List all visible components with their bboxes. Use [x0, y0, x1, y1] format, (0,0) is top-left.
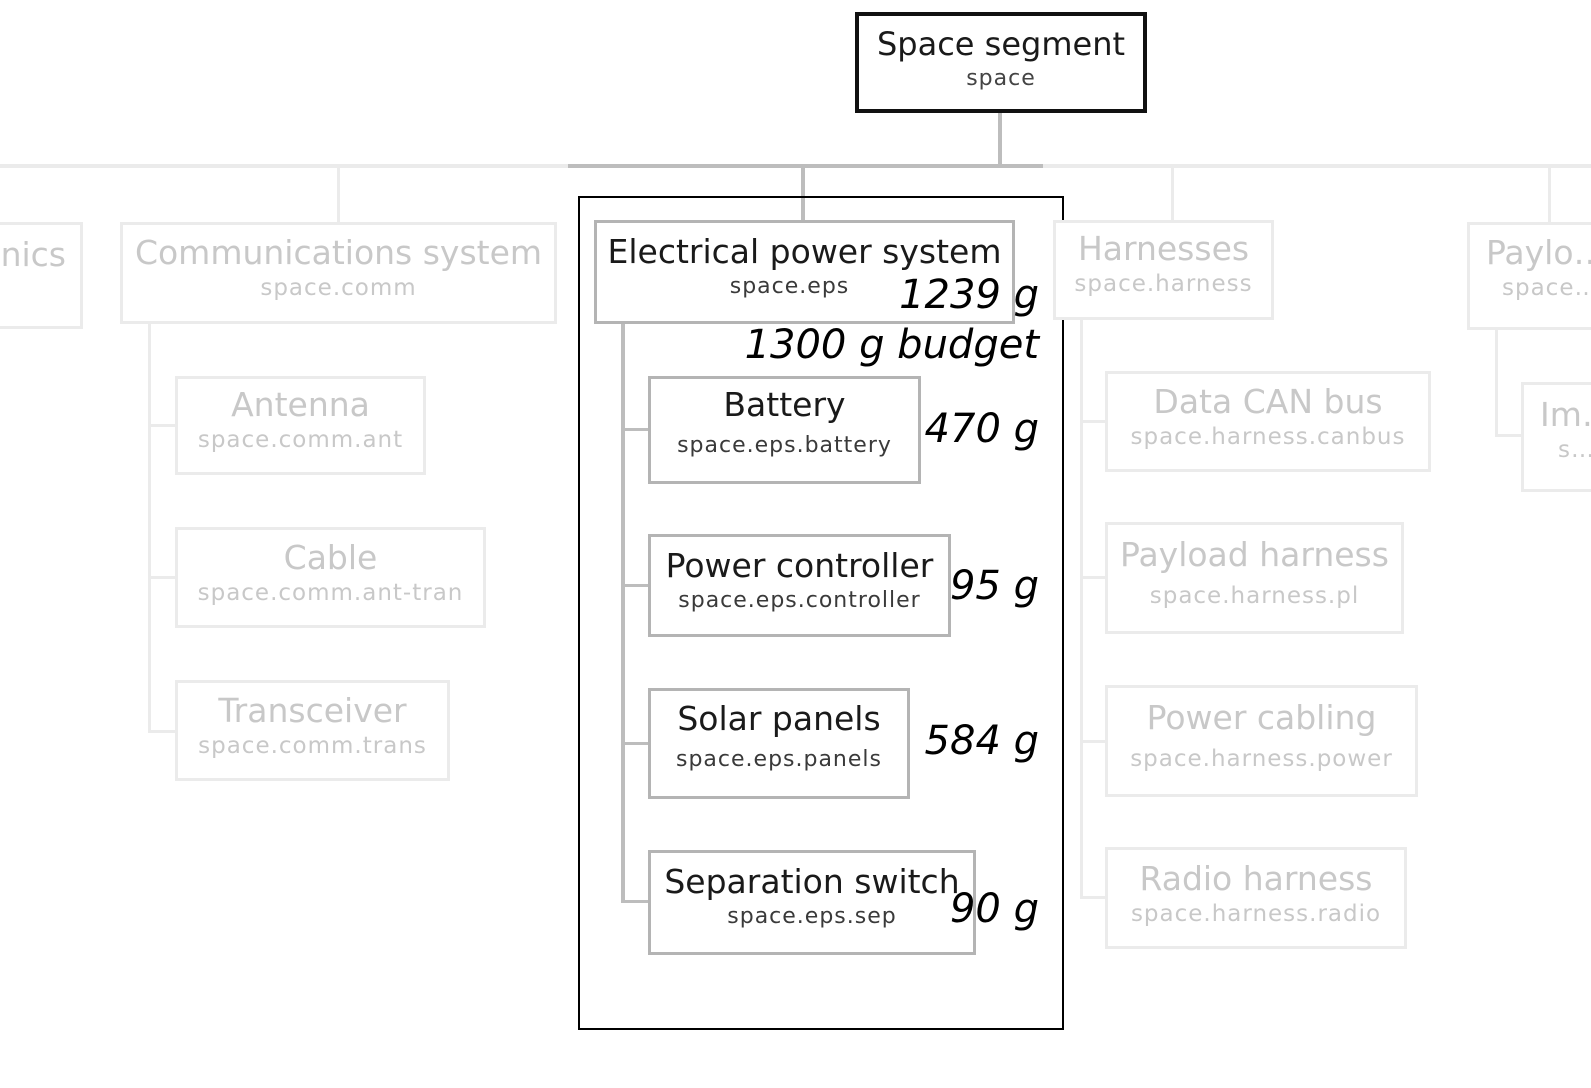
connector-payload-child	[1495, 434, 1523, 437]
node-power-controller[interactable]: Power controller space.eps.controller	[648, 534, 951, 637]
node-title: Antenna	[231, 385, 370, 424]
node-title: Separation switch	[664, 862, 960, 901]
node-code: space.eps.controller	[678, 588, 921, 613]
node-title: Data CAN bus	[1153, 382, 1383, 421]
node-code: space.eps.panels	[676, 747, 882, 772]
node-payload[interactable]: Paylo… space…	[1467, 222, 1591, 330]
node-title: Electrical power system	[607, 232, 1002, 271]
mass-separation-switch: 90 g	[949, 886, 1039, 932]
node-title: Transceiver	[218, 691, 407, 730]
node-code: space	[966, 66, 1036, 91]
node-title: Power controller	[665, 546, 934, 585]
node-title: Im…	[1540, 395, 1591, 434]
node-power-cabling[interactable]: Power cabling space.harness.power	[1105, 685, 1418, 797]
node-code: space.harness	[1074, 271, 1253, 297]
node-code: space.comm.ant-tran	[197, 580, 464, 606]
node-code: space…	[1502, 275, 1591, 301]
connector-root-down	[998, 112, 1002, 166]
node-title: Paylo…	[1486, 233, 1591, 272]
node-cable[interactable]: Cable space.comm.ant-tran	[175, 527, 486, 628]
node-avionics[interactable]: …nics	[0, 222, 83, 329]
node-title: Harnesses	[1077, 229, 1250, 268]
node-code: space.harness.radio	[1130, 901, 1382, 927]
node-harnesses[interactable]: Harnesses space.harness	[1053, 220, 1274, 320]
node-code: space.harness.pl	[1149, 583, 1360, 609]
node-code: s…	[1558, 437, 1591, 463]
connector-comm-cable	[148, 576, 178, 579]
node-title: Space segment	[876, 25, 1126, 63]
node-payload-harness[interactable]: Payload harness space.harness.pl	[1105, 522, 1404, 634]
node-transceiver[interactable]: Transceiver space.comm.trans	[175, 680, 450, 781]
connector-comm-up	[337, 166, 340, 222]
mass-power-controller: 95 g	[949, 563, 1039, 609]
node-title: Solar panels	[677, 699, 881, 738]
connector-harness-up	[1171, 166, 1174, 222]
connector-harness-pl	[1080, 576, 1108, 579]
node-title: Communications system	[134, 233, 543, 272]
connector-harness-radio	[1080, 896, 1108, 899]
connector-harness-power	[1080, 740, 1108, 743]
connector-comm-antenna	[148, 424, 178, 427]
connector-harness-spine	[1080, 318, 1083, 898]
node-code: space.harness.canbus	[1130, 424, 1406, 450]
node-code: space.eps.sep	[727, 904, 897, 929]
node-radio-harness[interactable]: Radio harness space.harness.radio	[1105, 847, 1407, 949]
mass-eps: 1239 g	[899, 272, 1039, 318]
node-title: Battery	[723, 385, 846, 424]
node-title: Radio harness	[1139, 859, 1373, 898]
node-payload-child[interactable]: Im… s…	[1521, 382, 1591, 492]
node-title: Payload harness	[1120, 535, 1389, 574]
node-space-segment[interactable]: Space segment space	[855, 12, 1147, 113]
node-communications-system[interactable]: Communications system space.comm	[120, 222, 557, 324]
connector-harness-canbus	[1080, 420, 1108, 423]
node-code: space.comm	[260, 275, 417, 301]
node-battery[interactable]: Battery space.eps.battery	[648, 376, 921, 484]
node-code: space.eps.battery	[677, 433, 892, 458]
connector-bus-highlight	[568, 164, 1043, 168]
node-title: Cable	[283, 538, 378, 577]
connector-comm-transceiver	[148, 730, 178, 733]
node-title: Power cabling	[1146, 698, 1377, 737]
mass-battery: 470 g	[924, 406, 1039, 452]
node-separation-switch[interactable]: Separation switch space.eps.sep	[648, 850, 976, 955]
mass-budget-eps: 1300 g budget	[744, 322, 1039, 368]
connector-comm-spine	[148, 322, 151, 732]
connector-payload-up	[1548, 166, 1551, 222]
node-title: …nics	[0, 235, 66, 274]
node-code: space.harness.power	[1130, 746, 1393, 772]
mass-solar-panels: 584 g	[924, 718, 1039, 764]
connector-payload-spine	[1495, 328, 1498, 436]
node-data-can-bus[interactable]: Data CAN bus space.harness.canbus	[1105, 371, 1431, 472]
node-code: space.comm.trans	[198, 733, 427, 759]
node-code: space.comm.ant	[197, 427, 404, 453]
node-antenna[interactable]: Antenna space.comm.ant	[175, 376, 426, 475]
node-solar-panels[interactable]: Solar panels space.eps.panels	[648, 688, 910, 799]
